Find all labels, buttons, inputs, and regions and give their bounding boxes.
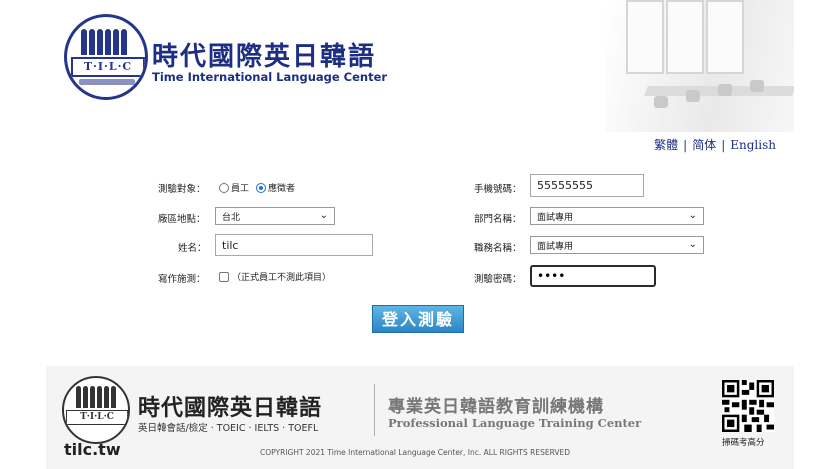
footer-emblem-text: T·I·L·C [66,410,128,425]
language-switcher: 繁體 | 简体 | English [654,138,776,152]
tilc-emblem-icon: T·I·L·C [64,14,148,100]
emblem-text: T·I·L·C [71,57,145,77]
test-target-label: 測驗對象： [158,184,206,195]
chevron-down-icon: ⌄ [688,210,697,221]
brand-name-en: Time International Language Center [152,70,388,84]
room-chair [750,80,764,92]
qr-code-icon[interactable] [722,380,774,432]
header: T·I·L·C 時代國際英日韓語 Time International Lang… [46,0,794,132]
password-label: 測驗密碼： [474,274,522,285]
chevron-down-icon: ⌄ [319,210,328,221]
footer-brand-cn: 時代國際英日韓語 [138,396,323,421]
department-select-value: 面試專用 [537,213,574,223]
region-select-value: 台北 [222,213,241,223]
right-margin [794,0,836,469]
radio-applicant[interactable] [256,183,266,193]
brand-name-cn: 時代國際英日韓語 [152,42,377,72]
lang-simplified-link[interactable]: 简体 [692,138,716,152]
position-label: 職務名稱： [474,243,522,254]
room-window [666,0,704,74]
phone-input[interactable] [530,174,644,197]
footer-tagline-cn: 專業英日韓語教育訓練機構 [388,397,604,417]
lang-english-link[interactable]: English [730,138,776,152]
department-label: 部門名稱： [474,214,522,225]
copyright-text: COPYRIGHT 2021 Time International Langua… [260,448,571,457]
room-window [706,0,744,74]
position-select[interactable]: 面試專用 ⌄ [530,236,704,254]
room-window [626,0,664,74]
people-silhouette-icon [76,386,118,412]
qr-label: 掃碼考高分 [722,438,765,448]
footer-divider [374,384,375,436]
meeting-room-image [606,0,794,132]
password-input[interactable]: •••• [530,265,656,287]
name-input[interactable] [215,234,373,256]
footer-tagline-en: Professional Language Training Center [388,416,642,430]
name-label: 姓名： [178,243,207,254]
tilc-emblem-icon: T·I·L·C [62,376,130,444]
room-chair [718,84,732,96]
footer: T·I·L·C 時代國際英日韓語 英日韓會話/檢定 · TOEIC · IELT… [46,366,794,469]
writing-test-label: 寫作施測： [158,274,206,285]
footer-url[interactable]: tilc.tw [64,440,121,459]
room-chair [654,96,668,108]
footer-subtitle: 英日韓會話/檢定 · TOEIC · IELTS · TOEFL [138,423,319,434]
region-select[interactable]: 台北 ⌄ [215,207,335,225]
radio-employee[interactable] [219,183,229,193]
login-test-button[interactable]: 登入測驗 [372,305,464,333]
lang-traditional-link[interactable]: 繁體 [654,138,678,152]
chevron-down-icon: ⌄ [688,239,697,250]
writing-test-note: （正式員工不測此項目） [232,273,332,283]
radio-employee-label: 員工 [231,184,250,194]
position-select-value: 面試專用 [537,242,574,252]
room-chair [686,90,700,102]
writing-test-checkbox[interactable] [219,272,229,282]
people-silhouette-icon [81,29,133,59]
phone-label: 手機號碼： [474,184,522,195]
region-label: 廠區地點： [158,214,206,225]
left-margin [0,0,46,469]
radio-applicant-label: 應徵者 [268,184,296,194]
brand-logo[interactable]: T·I·L·C 時代國際英日韓語 Time International Lang… [64,14,394,114]
department-select[interactable]: 面試專用 ⌄ [530,207,704,225]
